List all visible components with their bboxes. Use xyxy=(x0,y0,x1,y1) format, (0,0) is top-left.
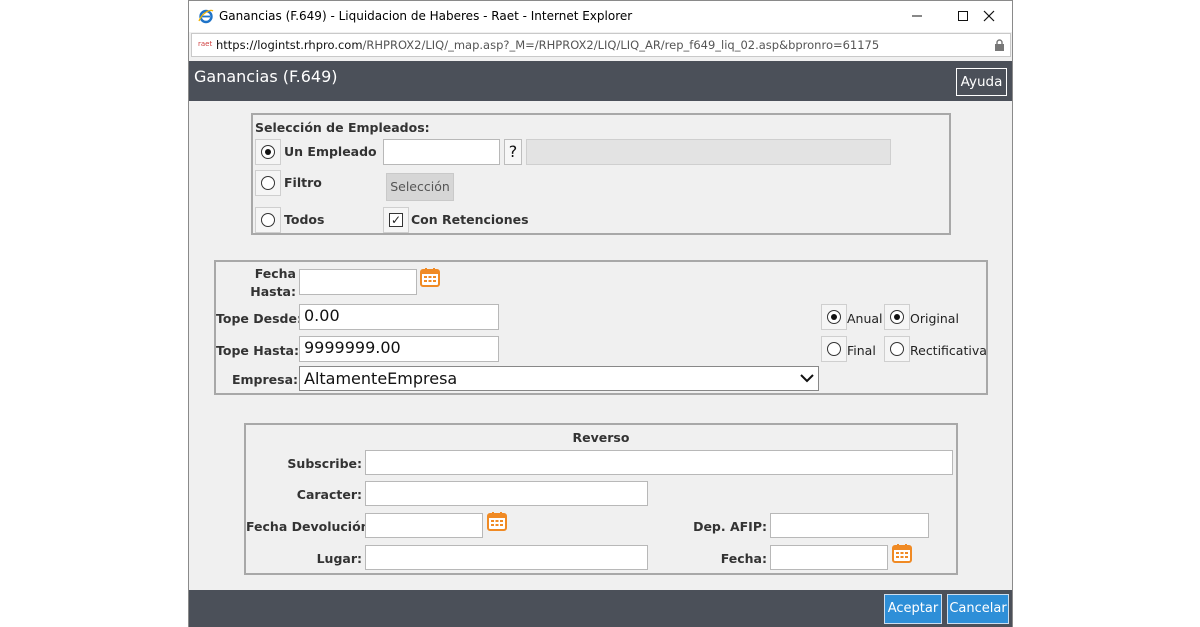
dep-afip-input[interactable] xyxy=(770,513,929,538)
radio-rectificativa[interactable] xyxy=(884,336,910,362)
caracter-label: Caracter: xyxy=(296,487,362,502)
url-path: /RHPROX2/LIQ/_map.asp?_M=/RHPROX2/LIQ/LI… xyxy=(362,38,880,52)
employee-selection-label: Selección de Empleados: xyxy=(255,120,430,135)
reverso-section: Reverso Subscribe: Caracter: Fecha Devol… xyxy=(244,423,958,575)
accept-button[interactable]: Aceptar xyxy=(884,594,942,624)
empresa-label: Empresa: xyxy=(231,372,298,387)
url-text[interactable]: https://logintst.rhpro.com/RHPROX2/LIQ/_… xyxy=(216,38,879,52)
radio-final-dot xyxy=(827,342,841,356)
reverso-title: Reverso xyxy=(572,430,630,445)
fecha-devolucion-input[interactable] xyxy=(365,513,483,538)
lugar-label: Lugar: xyxy=(316,551,362,566)
con-retenciones-checkbox[interactable]: ✓ xyxy=(383,207,409,233)
employee-input[interactable] xyxy=(383,139,500,165)
fecha-hasta-label-line1: Fecha xyxy=(254,266,296,281)
con-retenciones-label: Con Retenciones xyxy=(411,212,529,227)
radio-un-empleado[interactable] xyxy=(255,139,281,165)
browser-window: Ganancias (F.649) - Liquidacion de Haber… xyxy=(188,0,1013,627)
subscribe-label: Subscribe: xyxy=(287,456,362,471)
form-content: Selección de Empleados: Un Empleado ? Fi… xyxy=(189,101,1012,590)
employee-search-button[interactable]: ? xyxy=(504,139,522,165)
fecha-devolucion-label: Fecha Devolución: xyxy=(246,519,375,534)
close-icon xyxy=(983,10,995,22)
internet-explorer-icon xyxy=(198,9,214,24)
seleccion-button[interactable]: Selección xyxy=(386,173,454,201)
original-label: Original xyxy=(910,311,959,326)
tope-desde-label: Tope Desde: xyxy=(216,311,302,326)
fecha-label: Fecha: xyxy=(720,551,767,566)
radio-un-empleado-dot xyxy=(261,145,275,159)
page-header: Ganancias (F.649) Ayuda xyxy=(189,61,1012,101)
help-button[interactable]: Ayuda xyxy=(956,68,1007,96)
minimize-icon xyxy=(912,15,922,17)
footer-bar: Aceptar Cancelar xyxy=(189,590,1012,627)
calendar-icon[interactable] xyxy=(420,267,440,287)
lugar-input[interactable] xyxy=(365,545,648,570)
anual-label: Anual xyxy=(847,311,883,326)
final-label: Final xyxy=(847,343,876,358)
fecha-input[interactable] xyxy=(770,545,888,570)
caracter-input[interactable] xyxy=(365,481,648,506)
fecha-hasta-label-line2: Hasta: xyxy=(250,284,296,299)
title-bar: Ganancias (F.649) - Liquidacion de Haber… xyxy=(189,1,1012,32)
tope-hasta-input[interactable]: 9999999.00 xyxy=(299,336,499,362)
empresa-selected-value: AltamenteEmpresa xyxy=(304,369,458,388)
dep-afip-label: Dep. AFIP: xyxy=(693,519,767,534)
site-favicon: raet xyxy=(198,40,213,48)
address-bar[interactable]: raet https://logintst.rhpro.com/RHPROX2/… xyxy=(191,33,1011,57)
calendar-icon[interactable] xyxy=(487,511,507,531)
fecha-hasta-input[interactable] xyxy=(299,269,417,295)
radio-anual-dot xyxy=(827,310,841,324)
empresa-select[interactable]: AltamenteEmpresa xyxy=(299,366,819,391)
radio-original[interactable] xyxy=(884,304,910,330)
calendar-icon[interactable] xyxy=(892,543,912,563)
radio-anual[interactable] xyxy=(821,304,847,330)
lock-icon xyxy=(995,39,1004,51)
window-title: Ganancias (F.649) - Liquidacion de Haber… xyxy=(219,9,633,23)
parameters-section: Fecha Hasta: Tope Desde: 0.00 Tope Hasta… xyxy=(214,260,988,395)
radio-filtro[interactable] xyxy=(255,170,281,196)
employee-name-display xyxy=(526,139,891,165)
radio-rectificativa-dot xyxy=(890,342,904,356)
filtro-label: Filtro xyxy=(284,175,322,190)
employee-selection-section: Selección de Empleados: Un Empleado ? Fi… xyxy=(251,113,951,235)
tope-desde-input[interactable]: 0.00 xyxy=(299,304,499,330)
close-button[interactable] xyxy=(966,1,1012,32)
cancel-button[interactable]: Cancelar xyxy=(947,594,1009,624)
rectificativa-label: Rectificativa xyxy=(910,343,987,358)
page-title: Ganancias (F.649) xyxy=(194,67,338,86)
radio-todos-dot xyxy=(261,213,275,227)
checkmark-icon: ✓ xyxy=(389,213,403,227)
subscribe-input[interactable] xyxy=(365,450,953,475)
chevron-down-icon xyxy=(800,374,814,383)
minimize-button[interactable] xyxy=(894,1,940,32)
radio-final[interactable] xyxy=(821,336,847,362)
url-host: https://logintst.rhpro.com xyxy=(216,38,363,52)
todos-label: Todos xyxy=(284,212,325,227)
radio-filtro-dot xyxy=(261,176,275,190)
radio-todos[interactable] xyxy=(255,207,281,233)
tope-hasta-label: Tope Hasta: xyxy=(216,343,299,358)
un-empleado-label: Un Empleado xyxy=(284,144,377,159)
radio-original-dot xyxy=(890,310,904,324)
